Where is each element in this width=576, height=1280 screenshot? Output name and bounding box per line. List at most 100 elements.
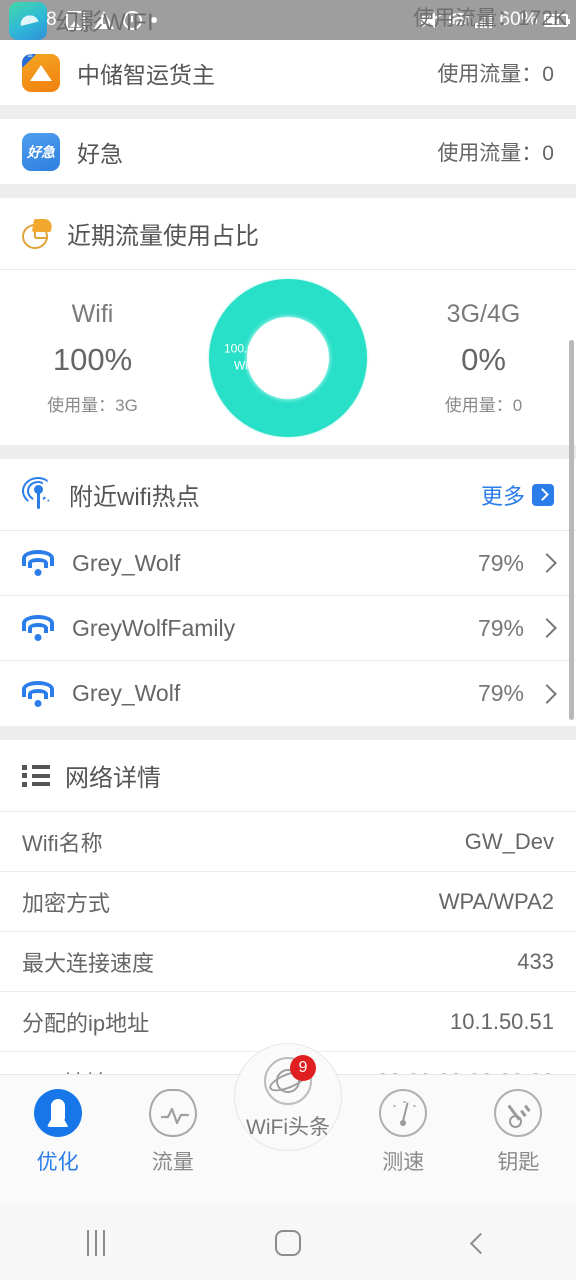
tab-label: 测速 xyxy=(382,1151,425,1174)
scroll-content[interactable]: 中储智运货主 使用流量：0 好急 好急 使用流量：0 近期流量使用占比 Wifi… xyxy=(0,40,576,1106)
pulse-icon xyxy=(148,1089,197,1137)
tab-label: 钥匙 xyxy=(497,1151,540,1174)
wifi-stat-label: Wifi xyxy=(71,299,114,328)
section-divider xyxy=(0,726,576,740)
dot-icon xyxy=(151,17,158,23)
detail-key: 最大连接速度 xyxy=(22,950,155,976)
key-icon xyxy=(494,1089,543,1137)
image-icon xyxy=(66,10,86,30)
wifi-signal-icon xyxy=(22,615,54,641)
status-bar: 14:18 60% xyxy=(0,0,576,40)
traffic-section-header: 近期流量使用占比 xyxy=(0,198,576,270)
list-icon xyxy=(22,765,50,787)
rocket-icon xyxy=(33,1089,82,1137)
app-usage-value: 使用流量：0 xyxy=(437,62,554,86)
detail-value: GW_Dev xyxy=(464,828,554,854)
bottom-tab-bar: 优化 流量 9 WiFi头条 测速 钥匙 xyxy=(0,1043,576,1206)
list-item[interactable]: GreyWolfFamily 79% xyxy=(0,596,576,661)
donut-series-name: WiFi xyxy=(234,358,258,373)
table-row: 加密方式 WPA/WPA2 xyxy=(0,872,576,932)
android-nav-bar xyxy=(0,1206,576,1280)
list-item[interactable]: Grey_Wolf 79% xyxy=(0,661,576,726)
scrollbar[interactable] xyxy=(569,340,574,720)
chevron-right-icon xyxy=(532,483,554,506)
table-row: Wifi名称 GW_Dev xyxy=(0,812,576,872)
donut-percent: 100.0 % xyxy=(223,341,269,356)
status-clock: 14:18 xyxy=(8,9,58,30)
tab-label: 优化 xyxy=(36,1151,79,1174)
tab-optimize[interactable]: 优化 xyxy=(0,1075,115,1176)
wifi-signal-percent: 79% xyxy=(477,614,524,641)
pulse-line-icon xyxy=(160,1107,189,1125)
recent-apps-icon xyxy=(87,1230,105,1256)
hotspot-card: 附近wifi热点 更多 Grey_Wolf 79% GreyWolfFamily… xyxy=(0,459,576,726)
cellular-stat: 3G/4G 0% 使用量：0 xyxy=(391,300,576,416)
app-name: 中储智运货主 xyxy=(77,61,215,88)
wifi-ssid: Grey_Wolf xyxy=(72,680,181,706)
traffic-donut-chart: Wifi 100% 使用量：3G 100.0 % WiFi 3G/4G 0% 使… xyxy=(0,270,576,445)
mute-icon xyxy=(421,11,444,29)
more-button[interactable]: 更多 xyxy=(481,479,554,511)
detail-key: Wifi名称 xyxy=(22,830,103,856)
status-bar-left: 14:18 xyxy=(8,0,158,40)
back-icon xyxy=(469,1232,491,1254)
donut-label: 100.0 % WiFi xyxy=(215,340,277,375)
section-divider xyxy=(0,105,576,119)
cellular-stat-label: 3G/4G xyxy=(446,299,521,328)
tab-traffic[interactable]: 流量 xyxy=(115,1075,230,1176)
home-icon xyxy=(275,1230,301,1256)
donut-ring: 100.0 % WiFi xyxy=(209,278,367,437)
recent-apps-button[interactable] xyxy=(0,1206,192,1280)
signal-icon xyxy=(475,12,493,28)
wifi-signal-percent: 79% xyxy=(477,549,524,576)
wifi-signal-icon xyxy=(22,680,54,707)
detail-value: WPA/WPA2 xyxy=(438,888,554,914)
tab-key[interactable]: 钥匙 xyxy=(461,1075,576,1176)
gauge-icon xyxy=(379,1089,428,1137)
detail-value: 433 xyxy=(517,948,554,974)
table-row: 最大连接速度 433 xyxy=(0,932,576,992)
detail-key: 加密方式 xyxy=(22,890,111,916)
app-usage-card-2: 好急 好急 使用流量：0 xyxy=(0,119,576,184)
cellular-stat-value: 0% xyxy=(461,341,506,377)
tab-label: 流量 xyxy=(151,1151,194,1174)
home-button[interactable] xyxy=(192,1206,384,1280)
app-name: 好急 xyxy=(77,140,123,167)
notification-badge: 9 xyxy=(290,1055,316,1081)
list-item[interactable]: 好急 好急 使用流量：0 xyxy=(0,119,576,184)
chevron-right-icon xyxy=(537,618,557,638)
tab-wifi-news[interactable]: 9 WiFi头条 xyxy=(230,1055,345,1141)
app-usage-value: 使用流量：0 xyxy=(437,141,554,165)
planet-icon: 9 xyxy=(264,1055,316,1105)
section-title: 附近wifi热点 xyxy=(69,484,200,511)
section-title: 网络详情 xyxy=(65,765,161,792)
back-button[interactable] xyxy=(384,1206,576,1280)
detail-value: 10.1.50.51 xyxy=(450,1008,554,1034)
cellular-stat-sub: 使用量：0 xyxy=(444,395,523,415)
antenna-icon xyxy=(22,476,54,510)
section-divider xyxy=(0,445,576,459)
wifi-signal-percent: 79% xyxy=(477,680,524,706)
battery-percent: 60% xyxy=(499,9,538,30)
wifi-icon xyxy=(449,12,470,28)
list-item[interactable]: 中储智运货主 使用流量：0 xyxy=(0,40,576,105)
wifi-ssid: GreyWolfFamily xyxy=(72,614,236,641)
section-title: 近期流量使用占比 xyxy=(67,223,259,250)
section-divider xyxy=(0,184,576,198)
app-usage-card: 中储智运货主 使用流量：0 xyxy=(0,40,576,105)
haoji-app-icon: 好急 xyxy=(22,132,60,171)
more-label: 更多 xyxy=(480,483,525,509)
tab-speedtest[interactable]: 测速 xyxy=(346,1075,461,1176)
wifi-stat-value: 100% xyxy=(52,341,133,377)
traffic-ratio-card: 近期流量使用占比 Wifi 100% 使用量：3G 100.0 % WiFi 3… xyxy=(0,198,576,445)
alarm-icon xyxy=(123,10,143,30)
truck-app-icon xyxy=(22,53,60,92)
tab-label: WiFi头条 xyxy=(246,1116,330,1139)
warning-icon xyxy=(94,11,115,29)
detail-key: 分配的ip地址 xyxy=(22,1010,150,1036)
hotspot-section-header: 附近wifi热点 更多 xyxy=(0,459,576,531)
chevron-right-icon xyxy=(537,683,557,704)
wifi-stat-sub: 使用量：3G xyxy=(47,395,138,415)
network-details-header: 网络详情 xyxy=(0,740,576,812)
list-item[interactable]: Grey_Wolf 79% xyxy=(0,531,576,596)
